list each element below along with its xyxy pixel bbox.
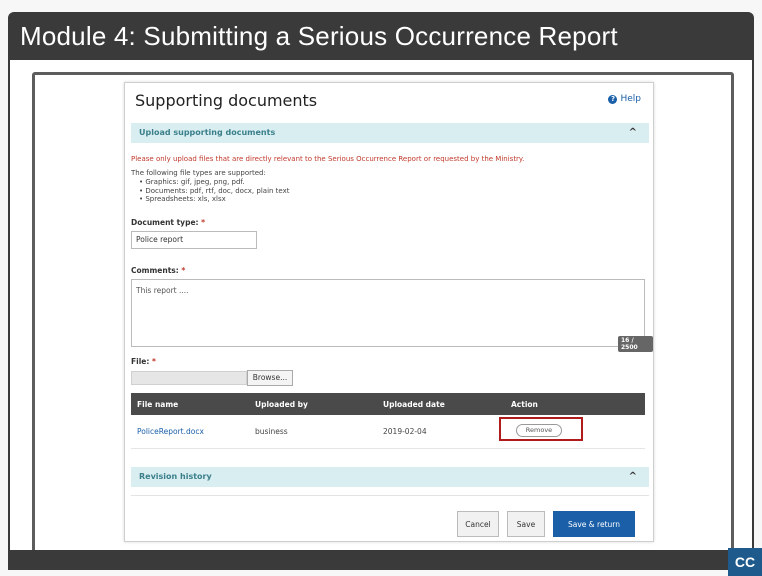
file-types-list: Graphics: gif, jpeg, png, pdf. Documents…	[139, 178, 290, 204]
save-button[interactable]: Save	[507, 511, 545, 537]
revision-history-label: Revision history	[139, 472, 212, 481]
chevron-up-icon[interactable]: ^	[629, 123, 637, 143]
column-header: Uploaded date	[383, 399, 445, 409]
remove-button[interactable]: Remove	[516, 424, 562, 437]
file-name-link[interactable]: PoliceReport.docx	[131, 427, 255, 436]
uploaded-by-cell: business	[255, 427, 288, 436]
list-item: Graphics: gif, jpeg, png, pdf.	[139, 178, 290, 187]
browse-button[interactable]: Browse...	[247, 370, 293, 386]
panel-title: Supporting documents	[135, 91, 318, 110]
save-and-return-button[interactable]: Save & return	[553, 511, 635, 537]
character-counter: 16 / 2500	[618, 336, 653, 352]
upload-section-header[interactable]: Upload supporting documents ^	[131, 123, 649, 143]
slide-stage: Module 4: Submitting a Serious Occurrenc…	[0, 0, 762, 576]
list-item: Spreadsheets: xls, xlsx	[139, 195, 290, 204]
list-item: Documents: pdf, rtf, doc, docx, plain te…	[139, 187, 289, 196]
upload-section-label: Upload supporting documents	[139, 128, 276, 137]
document-type-label: Document type: *	[131, 218, 206, 227]
document-type-select[interactable]: Police report	[131, 231, 257, 249]
column-header: Action	[511, 399, 538, 409]
column-header: File name	[137, 399, 179, 409]
comments-label: Comments: *	[131, 266, 186, 275]
table-header: File name Uploaded by Uploaded date Acti…	[131, 393, 645, 415]
help-icon: ?	[608, 94, 618, 104]
file-path-input[interactable]	[131, 371, 247, 385]
revision-history-header[interactable]: Revision history ^	[131, 467, 649, 487]
module-title: Module 4: Submitting a Serious Occurrenc…	[8, 12, 754, 60]
help-link[interactable]: ? Help	[608, 94, 641, 104]
chevron-up-icon[interactable]: ^	[629, 467, 637, 487]
file-label: File: *	[131, 357, 156, 366]
closed-captions-button[interactable]: CC	[728, 548, 762, 576]
file-types-intro: The following file types are supported:	[131, 169, 266, 177]
footer-divider	[131, 495, 649, 496]
comments-textarea[interactable]: This report ....	[131, 279, 645, 347]
supporting-documents-panel: Supporting documents ? Help Upload suppo…	[124, 82, 654, 542]
help-label: Help	[620, 94, 641, 104]
upload-warning: Please only upload files that are direct…	[131, 155, 525, 163]
uploaded-date-cell: 2019-02-04	[383, 427, 427, 436]
panel-header: Supporting documents ? Help	[125, 83, 653, 119]
column-header: Uploaded by	[255, 399, 308, 409]
slide-bottom-bar	[8, 550, 754, 570]
cancel-button[interactable]: Cancel	[457, 511, 499, 537]
